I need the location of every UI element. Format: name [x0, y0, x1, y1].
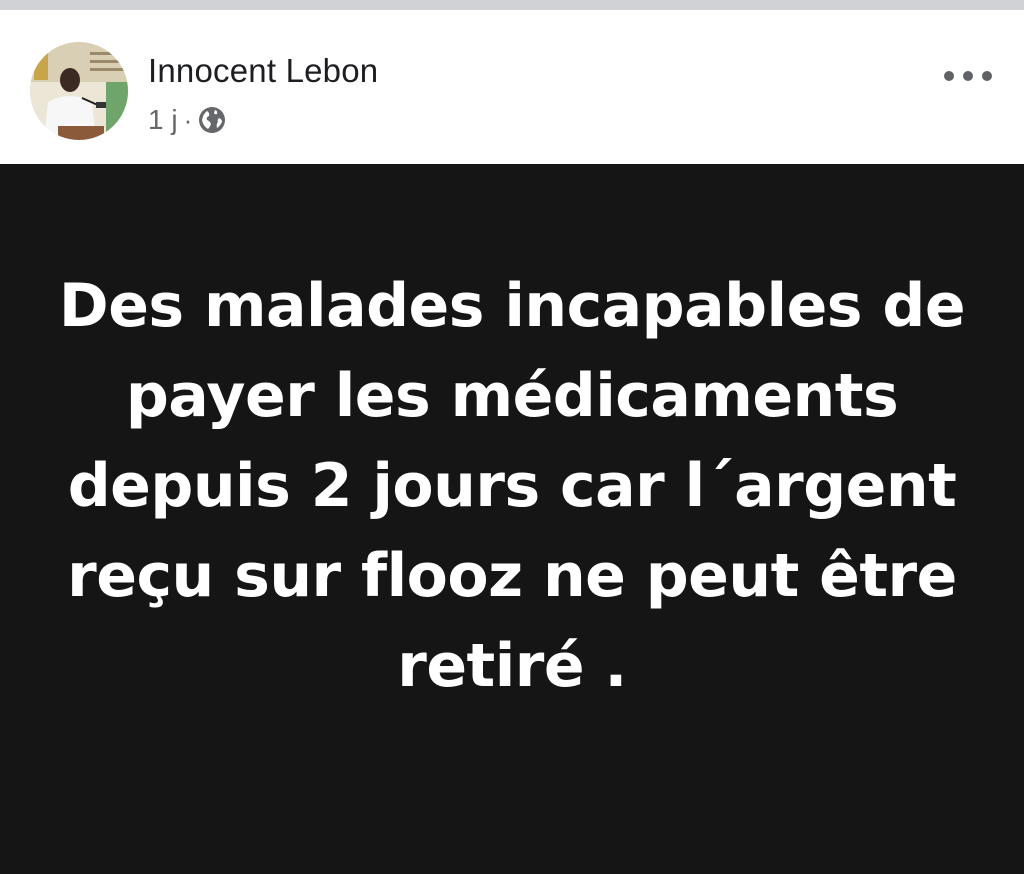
post-time[interactable]: 1 j [148, 106, 178, 134]
post-body: Des malades incapables de payer les médi… [0, 164, 1024, 874]
globe-icon[interactable] [198, 106, 226, 134]
post-header: Innocent Lebon 1 j · [0, 10, 1024, 164]
top-strip [0, 0, 1024, 10]
avatar[interactable] [30, 42, 128, 140]
post-text: Des malades incapables de payer les médi… [58, 271, 966, 701]
avatar-photo [30, 42, 128, 140]
author-name[interactable]: Innocent Lebon [148, 54, 378, 87]
post-meta: 1 j · [148, 106, 226, 134]
more-dot [963, 71, 973, 81]
meta-separator: · [183, 105, 193, 135]
more-dot [944, 71, 954, 81]
more-dot [982, 71, 992, 81]
more-options-button[interactable] [944, 64, 992, 88]
